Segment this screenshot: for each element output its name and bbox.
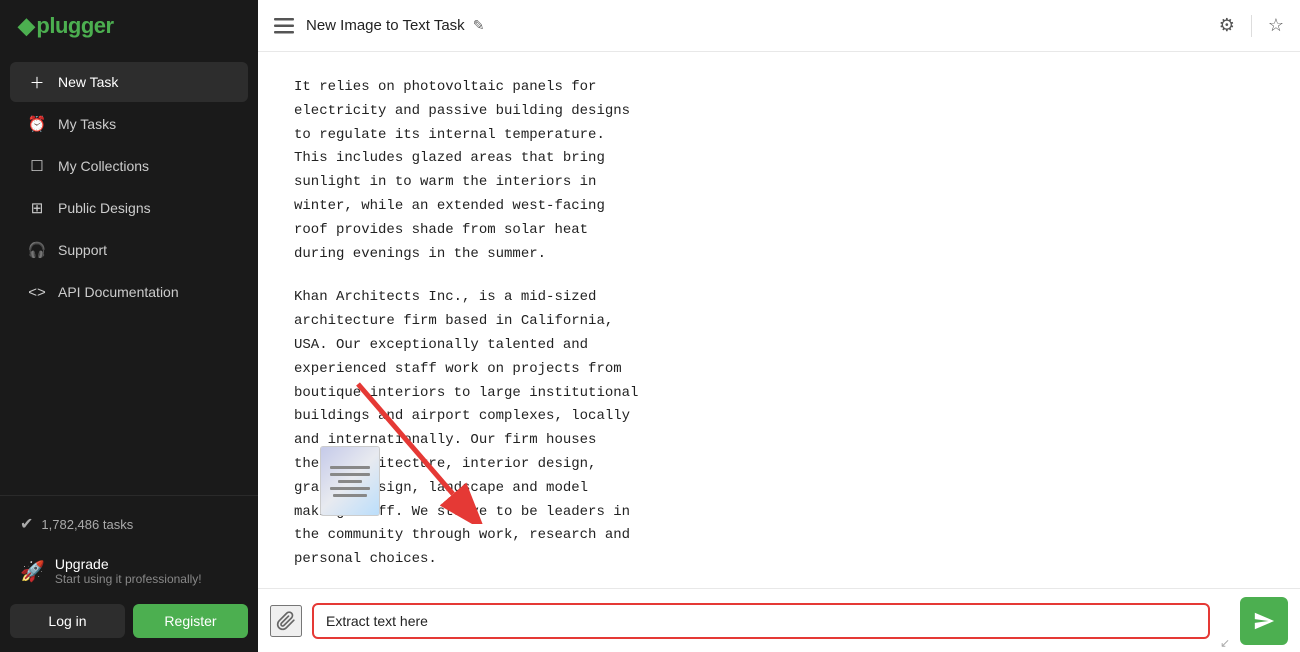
code-icon: <> bbox=[28, 283, 46, 301]
sidebar-item-api-docs[interactable]: <> API Documentation bbox=[10, 272, 248, 312]
send-button[interactable] bbox=[1240, 597, 1288, 645]
text-output: It relies on photovoltaic panels for ele… bbox=[258, 52, 1300, 588]
attach-button[interactable] bbox=[270, 605, 302, 637]
plus-icon: ＋ bbox=[28, 73, 46, 91]
input-bar: ↙ bbox=[258, 588, 1300, 652]
sidebar-item-my-tasks[interactable]: ⏰ My Tasks bbox=[10, 104, 248, 144]
main-content: New Image to Text Task ✎ ⚙ ☆ It relies o… bbox=[258, 0, 1300, 652]
sidebar-item-my-collections[interactable]: ☐ My Collections bbox=[10, 146, 248, 186]
text-input-wrapper[interactable] bbox=[312, 603, 1210, 639]
star-icon[interactable]: ☆ bbox=[1268, 15, 1284, 36]
content-area: It relies on photovoltaic panels for ele… bbox=[258, 52, 1300, 588]
app-logo: ◆ plugger bbox=[0, 0, 258, 52]
topbar: New Image to Text Task ✎ ⚙ ☆ bbox=[258, 0, 1300, 52]
menu-button[interactable] bbox=[274, 18, 294, 34]
sidebar: ◆ plugger ＋ New Task ⏰ My Tasks ☐ My Col… bbox=[0, 0, 258, 652]
sidebar-nav: ＋ New Task ⏰ My Tasks ☐ My Collections ⊞… bbox=[0, 52, 258, 495]
topbar-divider bbox=[1251, 15, 1252, 37]
text-input[interactable] bbox=[326, 613, 1196, 629]
auth-buttons: Log in Register bbox=[10, 604, 248, 642]
rocket-icon: 🚀 bbox=[20, 559, 45, 584]
collection-icon: ☐ bbox=[28, 157, 46, 175]
upgrade-box[interactable]: 🚀 Upgrade Start using it professionally! bbox=[10, 548, 248, 594]
sidebar-item-support[interactable]: 🎧 Support bbox=[10, 230, 248, 270]
paragraph-1: It relies on photovoltaic panels for ele… bbox=[294, 76, 1264, 266]
grid-icon: ⊞ bbox=[28, 199, 46, 217]
register-button[interactable]: Register bbox=[133, 604, 248, 638]
page-title: New Image to Text Task bbox=[306, 17, 465, 34]
sidebar-item-new-task[interactable]: ＋ New Task bbox=[10, 62, 248, 102]
image-preview bbox=[320, 446, 380, 516]
sidebar-bottom: ✔ 1,782,486 tasks 🚀 Upgrade Start using … bbox=[0, 495, 258, 652]
tasks-count: ✔ 1,782,486 tasks bbox=[10, 506, 248, 542]
resize-handle: ↙ bbox=[1220, 636, 1230, 652]
login-button[interactable]: Log in bbox=[10, 604, 125, 638]
paragraph-2: Khan Architects Inc., is a mid-sized arc… bbox=[294, 286, 1264, 572]
headphone-icon: 🎧 bbox=[28, 241, 46, 259]
settings-icon[interactable]: ⚙ bbox=[1219, 15, 1235, 36]
tasks-count-icon: ✔ bbox=[20, 514, 33, 534]
edit-title-icon[interactable]: ✎ bbox=[473, 17, 485, 34]
sidebar-item-public-designs[interactable]: ⊞ Public Designs bbox=[10, 188, 248, 228]
clock-icon: ⏰ bbox=[28, 115, 46, 133]
